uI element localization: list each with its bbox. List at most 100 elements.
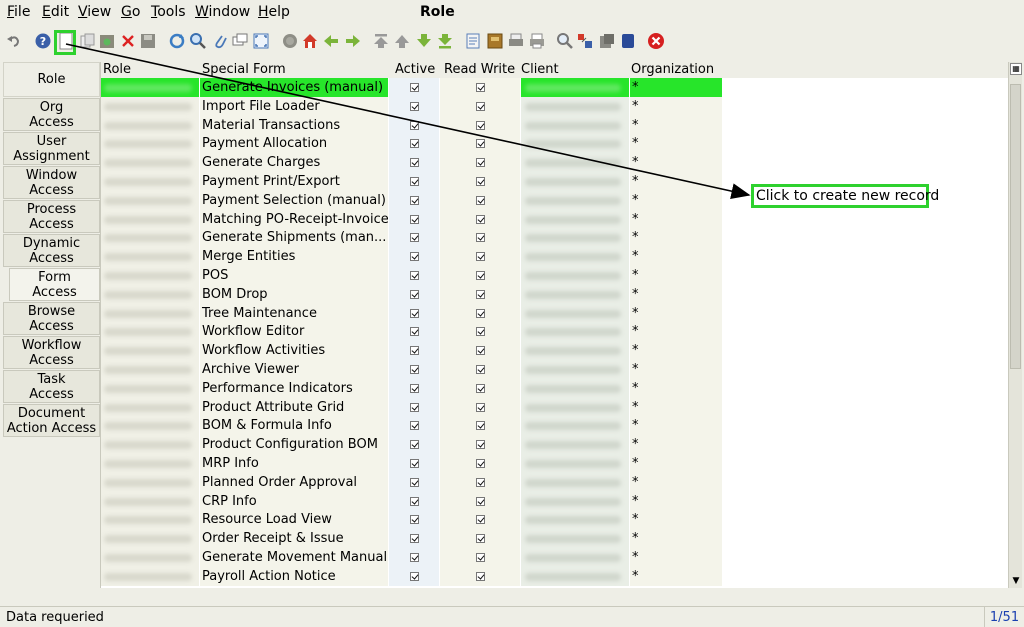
active-checkbox[interactable]: [389, 491, 439, 511]
special-form-cell[interactable]: Performance Indicators: [200, 378, 388, 398]
read-write-checkbox[interactable]: [440, 360, 520, 379]
table-row[interactable]: Archive Viewer *: [101, 360, 1008, 379]
special-form-cell[interactable]: Generate Shipments (man...: [200, 228, 388, 248]
read-write-checkbox[interactable]: [440, 454, 520, 473]
role-cell[interactable]: [101, 284, 199, 304]
role-cell[interactable]: [101, 360, 199, 379]
role-cell[interactable]: [101, 115, 199, 135]
client-cell[interactable]: [521, 284, 629, 304]
active-checkbox[interactable]: [389, 266, 439, 285]
read-write-checkbox[interactable]: [440, 472, 520, 492]
menu-help[interactable]: Help: [258, 4, 290, 20]
table-row[interactable]: Workflow Activities *: [101, 341, 1008, 360]
column-header-special-form[interactable]: Special Form: [202, 62, 286, 78]
grid-toggle-icon[interactable]: [252, 32, 270, 50]
read-write-checkbox[interactable]: [440, 134, 520, 154]
organization-cell[interactable]: *: [630, 96, 722, 116]
active-checkbox[interactable]: [389, 172, 439, 191]
client-cell[interactable]: [521, 172, 629, 191]
next-record-icon[interactable]: [415, 32, 433, 50]
table-row[interactable]: Payment Allocation *: [101, 134, 1008, 154]
read-write-checkbox[interactable]: [440, 491, 520, 511]
archive-icon[interactable]: [486, 32, 504, 50]
active-checkbox[interactable]: [389, 360, 439, 379]
role-cell[interactable]: [101, 529, 199, 548]
special-form-cell[interactable]: Product Attribute Grid: [200, 397, 388, 417]
special-form-cell[interactable]: Material Transactions: [200, 115, 388, 135]
read-write-checkbox[interactable]: [440, 228, 520, 248]
copy-record-icon[interactable]: [79, 32, 97, 50]
table-row[interactable]: BOM Drop *: [101, 284, 1008, 304]
client-cell[interactable]: [521, 303, 629, 323]
active-checkbox[interactable]: [389, 435, 439, 454]
menu-window[interactable]: Window: [195, 4, 250, 20]
menu-edit[interactable]: Edit: [42, 4, 69, 20]
special-form-cell[interactable]: Payment Allocation: [200, 134, 388, 154]
organization-cell[interactable]: *: [630, 529, 722, 548]
client-cell[interactable]: [521, 96, 629, 116]
read-write-checkbox[interactable]: [440, 172, 520, 191]
organization-cell[interactable]: *: [630, 322, 722, 342]
organization-cell[interactable]: *: [630, 378, 722, 398]
special-form-cell[interactable]: Product Configuration BOM: [200, 435, 388, 454]
menu-go[interactable]: Go: [121, 4, 140, 20]
read-write-checkbox[interactable]: [440, 416, 520, 436]
client-cell[interactable]: [521, 378, 629, 398]
read-write-checkbox[interactable]: [440, 153, 520, 172]
read-write-checkbox[interactable]: [440, 548, 520, 567]
tab-task-access[interactable]: Task Access: [3, 370, 100, 403]
organization-cell[interactable]: *: [630, 454, 722, 473]
organization-cell[interactable]: *: [630, 247, 722, 266]
organization-cell[interactable]: *: [630, 115, 722, 135]
column-header-role[interactable]: Role: [103, 62, 131, 78]
tab-document-action-access[interactable]: Document Action Access: [3, 404, 100, 437]
special-form-cell[interactable]: Merge Entities: [200, 247, 388, 266]
role-cell[interactable]: [101, 491, 199, 511]
role-cell[interactable]: [101, 435, 199, 454]
menu-file[interactable]: File: [7, 4, 30, 20]
client-cell[interactable]: [521, 341, 629, 360]
workflow-icon[interactable]: [619, 32, 637, 50]
table-row[interactable]: Generate Shipments (man... *: [101, 228, 1008, 248]
role-cell[interactable]: [101, 228, 199, 248]
organization-cell[interactable]: *: [630, 360, 722, 379]
active-checkbox[interactable]: [389, 397, 439, 417]
record-count[interactable]: 1/51: [984, 607, 1024, 627]
client-cell[interactable]: [521, 266, 629, 285]
role-cell[interactable]: [101, 153, 199, 172]
help-icon[interactable]: ?: [34, 32, 52, 50]
client-cell[interactable]: [521, 510, 629, 530]
special-form-cell[interactable]: CRP Info: [200, 491, 388, 511]
client-cell[interactable]: [521, 190, 629, 210]
client-cell[interactable]: [521, 209, 629, 229]
table-row[interactable]: Material Transactions *: [101, 115, 1008, 135]
role-cell[interactable]: [101, 209, 199, 229]
tab-dynamic-access[interactable]: Dynamic Access: [3, 234, 100, 267]
active-checkbox[interactable]: [389, 322, 439, 342]
organization-cell[interactable]: *: [630, 78, 722, 97]
first-record-icon[interactable]: [372, 32, 390, 50]
read-write-checkbox[interactable]: [440, 115, 520, 135]
tab-window-access[interactable]: Window Access: [3, 166, 100, 199]
table-row[interactable]: Performance Indicators *: [101, 378, 1008, 398]
print-icon[interactable]: [528, 32, 546, 50]
active-checkbox[interactable]: [389, 247, 439, 266]
role-cell[interactable]: [101, 454, 199, 473]
active-checkbox[interactable]: [389, 472, 439, 492]
tab-workflow-access[interactable]: Workflow Access: [3, 336, 100, 369]
role-cell[interactable]: [101, 472, 199, 492]
client-cell[interactable]: [521, 472, 629, 492]
active-checkbox[interactable]: [389, 341, 439, 360]
special-form-cell[interactable]: Payment Selection (manual): [200, 190, 388, 210]
exit-icon[interactable]: [647, 32, 665, 50]
organization-cell[interactable]: *: [630, 209, 722, 229]
read-write-checkbox[interactable]: [440, 209, 520, 229]
table-row[interactable]: CRP Info *: [101, 491, 1008, 511]
find-icon[interactable]: [189, 32, 207, 50]
read-write-checkbox[interactable]: [440, 435, 520, 454]
history-icon[interactable]: [281, 32, 299, 50]
table-row[interactable]: Generate Movement Manual *: [101, 548, 1008, 567]
active-checkbox[interactable]: [389, 284, 439, 304]
special-form-cell[interactable]: Payment Print/Export: [200, 172, 388, 191]
active-checkbox[interactable]: [389, 378, 439, 398]
